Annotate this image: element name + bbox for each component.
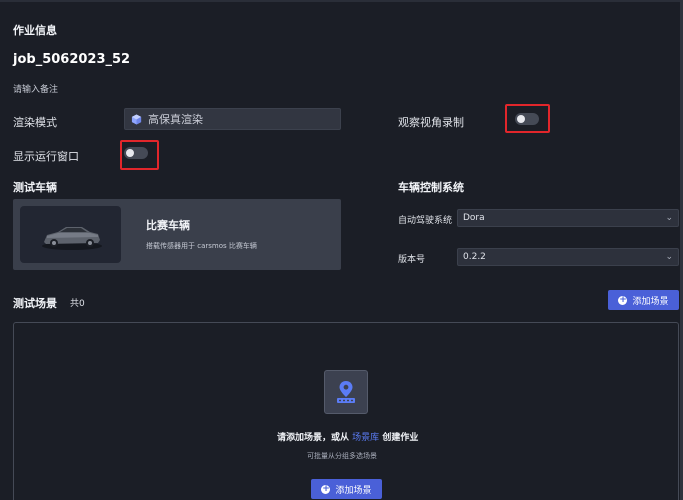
version-value: 0.2.2 xyxy=(463,252,486,262)
scene-count: 共0 xyxy=(70,299,85,309)
empty-prefix: 请添加场景，或从 xyxy=(277,433,350,443)
add-scene-label: 添加场景 xyxy=(632,296,669,307)
toggle-knob xyxy=(126,149,134,157)
version-label: 版本号 xyxy=(398,255,426,265)
show-window-label: 显示运行窗口 xyxy=(13,150,79,163)
add-scene-button-bottom[interactable]: + 添加场景 xyxy=(311,479,382,499)
cube-icon xyxy=(131,110,142,129)
top-border xyxy=(0,0,683,2)
plus-icon: + xyxy=(321,483,331,494)
observer-record-toggle[interactable] xyxy=(515,113,539,125)
autodrive-select[interactable]: Dora ⌄ xyxy=(457,209,679,227)
test-scene-title: 测试场景 xyxy=(13,297,57,310)
chevron-down-icon: ⌄ xyxy=(665,252,673,262)
vehicle-card-title: 比赛车辆 xyxy=(146,219,190,232)
plus-icon: + xyxy=(618,294,628,305)
observer-record-label: 观察视角录制 xyxy=(398,116,464,129)
vehicle-control-title: 车辆控制系统 xyxy=(398,181,464,194)
autodrive-value: Dora xyxy=(463,213,485,223)
render-mode-field[interactable]: 高保真渲染 xyxy=(124,108,341,130)
note-input[interactable]: 请输入备注 xyxy=(13,82,58,95)
chevron-down-icon: ⌄ xyxy=(665,213,673,223)
add-scene-bottom-label: 添加场景 xyxy=(335,485,372,496)
add-scene-button[interactable]: + 添加场景 xyxy=(608,290,679,310)
car-image xyxy=(20,206,121,263)
location-icon xyxy=(324,370,368,414)
empty-state-message: 请添加场景，或从 场景库 创建作业 xyxy=(277,430,418,443)
test-vehicle-title: 测试车辆 xyxy=(13,181,57,194)
show-window-toggle[interactable] xyxy=(124,147,148,159)
job-name: job_5062023_52 xyxy=(13,52,131,67)
vehicle-card-desc: 搭载传感器用于 carsmos 比赛车辆 xyxy=(146,242,257,250)
scene-library-link[interactable]: 场景库 xyxy=(352,433,379,443)
job-info-title: 作业信息 xyxy=(13,24,57,37)
render-mode-value: 高保真渲染 xyxy=(148,113,203,126)
vehicle-card[interactable]: 比赛车辆 搭载传感器用于 carsmos 比赛车辆 xyxy=(13,199,341,270)
version-select[interactable]: 0.2.2 ⌄ xyxy=(457,248,679,266)
toggle-knob xyxy=(517,115,525,123)
autodrive-label: 自动驾驶系统 xyxy=(398,216,453,226)
empty-suffix: 创建作业 xyxy=(382,433,419,443)
render-mode-label: 渲染模式 xyxy=(13,116,57,129)
empty-state-hint: 可批量从分组多选场景 xyxy=(307,452,377,460)
